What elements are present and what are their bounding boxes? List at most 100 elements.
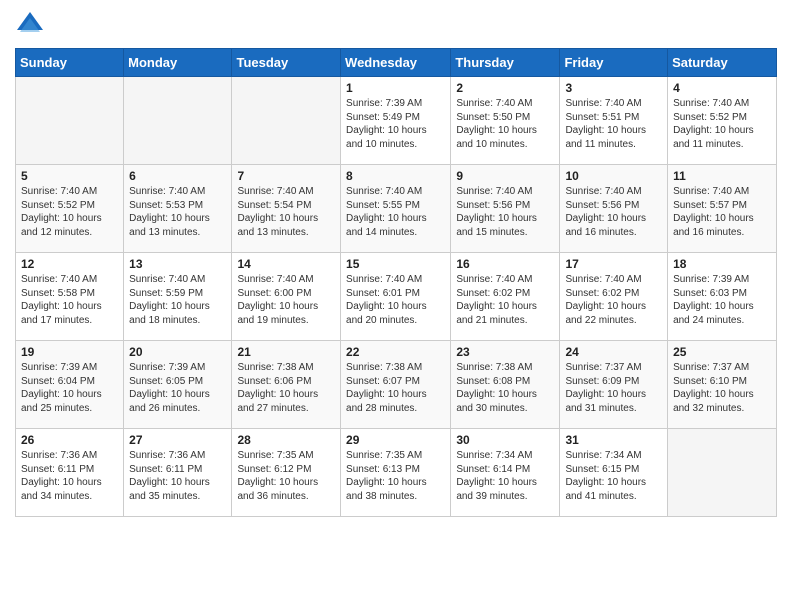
- day-cell: 12 Sunrise: 7:40 AM Sunset: 5:58 PM Dayli…: [16, 253, 124, 341]
- day-cell: 25 Sunrise: 7:37 AM Sunset: 6:10 PM Dayli…: [668, 341, 777, 429]
- day-number: 23: [456, 345, 554, 359]
- day-info: Sunrise: 7:40 AM Sunset: 6:00 PM Dayligh…: [237, 273, 335, 327]
- day-cell: 24 Sunrise: 7:37 AM Sunset: 6:09 PM Dayli…: [560, 341, 668, 429]
- day-number: 30: [456, 433, 554, 447]
- day-cell: 8 Sunrise: 7:40 AM Sunset: 5:55 PM Daylig…: [341, 165, 451, 253]
- day-info: Sunrise: 7:39 AM Sunset: 6:05 PM Dayligh…: [129, 361, 226, 415]
- day-info: Sunrise: 7:39 AM Sunset: 5:49 PM Dayligh…: [346, 97, 445, 151]
- day-number: 4: [673, 81, 771, 95]
- day-number: 19: [21, 345, 118, 359]
- day-info: Sunrise: 7:38 AM Sunset: 6:06 PM Dayligh…: [237, 361, 335, 415]
- day-info: Sunrise: 7:35 AM Sunset: 6:13 PM Dayligh…: [346, 449, 445, 503]
- day-info: Sunrise: 7:40 AM Sunset: 5:56 PM Dayligh…: [565, 185, 662, 239]
- day-info: Sunrise: 7:34 AM Sunset: 6:14 PM Dayligh…: [456, 449, 554, 503]
- day-cell: 30 Sunrise: 7:34 AM Sunset: 6:14 PM Dayli…: [451, 429, 560, 517]
- day-number: 24: [565, 345, 662, 359]
- day-info: Sunrise: 7:40 AM Sunset: 5:58 PM Dayligh…: [21, 273, 118, 327]
- day-cell: [668, 429, 777, 517]
- day-info: Sunrise: 7:35 AM Sunset: 6:12 PM Dayligh…: [237, 449, 335, 503]
- day-cell: 17 Sunrise: 7:40 AM Sunset: 6:02 PM Dayli…: [560, 253, 668, 341]
- day-info: Sunrise: 7:38 AM Sunset: 6:08 PM Dayligh…: [456, 361, 554, 415]
- day-number: 5: [21, 169, 118, 183]
- day-number: 20: [129, 345, 226, 359]
- week-row-5: 26 Sunrise: 7:36 AM Sunset: 6:11 PM Dayli…: [16, 429, 777, 517]
- day-info: Sunrise: 7:40 AM Sunset: 5:54 PM Dayligh…: [237, 185, 335, 239]
- day-info: Sunrise: 7:40 AM Sunset: 5:59 PM Dayligh…: [129, 273, 226, 327]
- day-cell: [16, 77, 124, 165]
- day-cell: 2 Sunrise: 7:40 AM Sunset: 5:50 PM Daylig…: [451, 77, 560, 165]
- day-number: 6: [129, 169, 226, 183]
- day-number: 10: [565, 169, 662, 183]
- day-cell: 15 Sunrise: 7:40 AM Sunset: 6:01 PM Dayli…: [341, 253, 451, 341]
- day-cell: 21 Sunrise: 7:38 AM Sunset: 6:06 PM Dayli…: [232, 341, 341, 429]
- day-info: Sunrise: 7:40 AM Sunset: 5:55 PM Dayligh…: [346, 185, 445, 239]
- day-cell: 4 Sunrise: 7:40 AM Sunset: 5:52 PM Daylig…: [668, 77, 777, 165]
- calendar-table: SundayMondayTuesdayWednesdayThursdayFrid…: [15, 48, 777, 517]
- day-info: Sunrise: 7:40 AM Sunset: 5:56 PM Dayligh…: [456, 185, 554, 239]
- day-info: Sunrise: 7:40 AM Sunset: 6:02 PM Dayligh…: [456, 273, 554, 327]
- calendar-header-monday: Monday: [124, 49, 232, 77]
- day-info: Sunrise: 7:39 AM Sunset: 6:04 PM Dayligh…: [21, 361, 118, 415]
- calendar-header-wednesday: Wednesday: [341, 49, 451, 77]
- day-cell: 11Sunrise: 7:40 AM Sunset: 5:57 PM Dayli…: [668, 165, 777, 253]
- day-cell: 23 Sunrise: 7:38 AM Sunset: 6:08 PM Dayli…: [451, 341, 560, 429]
- calendar-header-friday: Friday: [560, 49, 668, 77]
- day-info: Sunrise: 7:36 AM Sunset: 6:11 PM Dayligh…: [129, 449, 226, 503]
- day-cell: 20 Sunrise: 7:39 AM Sunset: 6:05 PM Dayli…: [124, 341, 232, 429]
- page: SundayMondayTuesdayWednesdayThursdayFrid…: [0, 0, 792, 527]
- day-number: 14: [237, 257, 335, 271]
- day-info: Sunrise: 7:40 AM Sunset: 5:52 PM Dayligh…: [21, 185, 118, 239]
- day-cell: 29 Sunrise: 7:35 AM Sunset: 6:13 PM Dayli…: [341, 429, 451, 517]
- logo-icon: [15, 10, 45, 40]
- day-number: 12: [21, 257, 118, 271]
- day-info: Sunrise: 7:37 AM Sunset: 6:10 PM Dayligh…: [673, 361, 771, 415]
- day-number: 26: [21, 433, 118, 447]
- day-info: Sunrise: 7:37 AM Sunset: 6:09 PM Dayligh…: [565, 361, 662, 415]
- day-cell: 3Sunrise: 7:40 AM Sunset: 5:51 PM Daylig…: [560, 77, 668, 165]
- day-info: Sunrise: 7:38 AM Sunset: 6:07 PM Dayligh…: [346, 361, 445, 415]
- day-number: 8: [346, 169, 445, 183]
- day-cell: 22Sunrise: 7:38 AM Sunset: 6:07 PM Dayli…: [341, 341, 451, 429]
- calendar-header-saturday: Saturday: [668, 49, 777, 77]
- day-cell: 18Sunrise: 7:39 AM Sunset: 6:03 PM Dayli…: [668, 253, 777, 341]
- day-number: 16: [456, 257, 554, 271]
- day-number: 21: [237, 345, 335, 359]
- day-cell: 28 Sunrise: 7:35 AM Sunset: 6:12 PM Dayli…: [232, 429, 341, 517]
- day-number: 28: [237, 433, 335, 447]
- day-info: Sunrise: 7:40 AM Sunset: 5:52 PM Dayligh…: [673, 97, 771, 151]
- day-info: Sunrise: 7:36 AM Sunset: 6:11 PM Dayligh…: [21, 449, 118, 503]
- day-number: 25: [673, 345, 771, 359]
- day-number: 7: [237, 169, 335, 183]
- day-cell: [124, 77, 232, 165]
- day-cell: 16 Sunrise: 7:40 AM Sunset: 6:02 PM Dayli…: [451, 253, 560, 341]
- day-cell: 26 Sunrise: 7:36 AM Sunset: 6:11 PM Dayli…: [16, 429, 124, 517]
- day-number: 13: [129, 257, 226, 271]
- day-info: Sunrise: 7:40 AM Sunset: 5:51 PM Dayligh…: [565, 97, 662, 151]
- week-row-3: 12 Sunrise: 7:40 AM Sunset: 5:58 PM Dayli…: [16, 253, 777, 341]
- day-info: Sunrise: 7:40 AM Sunset: 5:50 PM Dayligh…: [456, 97, 554, 151]
- calendar-header-thursday: Thursday: [451, 49, 560, 77]
- day-number: 31: [565, 433, 662, 447]
- day-cell: 19 Sunrise: 7:39 AM Sunset: 6:04 PM Dayli…: [16, 341, 124, 429]
- day-cell: 1 Sunrise: 7:39 AM Sunset: 5:49 PM Daylig…: [341, 77, 451, 165]
- day-cell: 31 Sunrise: 7:34 AM Sunset: 6:15 PM Dayli…: [560, 429, 668, 517]
- day-number: 2: [456, 81, 554, 95]
- day-info: Sunrise: 7:40 AM Sunset: 6:01 PM Dayligh…: [346, 273, 445, 327]
- day-info: Sunrise: 7:40 AM Sunset: 6:02 PM Dayligh…: [565, 273, 662, 327]
- day-cell: 13 Sunrise: 7:40 AM Sunset: 5:59 PM Dayli…: [124, 253, 232, 341]
- day-number: 17: [565, 257, 662, 271]
- day-cell: 9Sunrise: 7:40 AM Sunset: 5:56 PM Daylig…: [451, 165, 560, 253]
- day-info: Sunrise: 7:34 AM Sunset: 6:15 PM Dayligh…: [565, 449, 662, 503]
- header: [15, 10, 777, 40]
- day-number: 1: [346, 81, 445, 95]
- logo: [15, 10, 51, 40]
- day-number: 27: [129, 433, 226, 447]
- day-cell: 7 Sunrise: 7:40 AM Sunset: 5:54 PM Daylig…: [232, 165, 341, 253]
- day-cell: 6Sunrise: 7:40 AM Sunset: 5:53 PM Daylig…: [124, 165, 232, 253]
- week-row-2: 5 Sunrise: 7:40 AM Sunset: 5:52 PM Daylig…: [16, 165, 777, 253]
- day-number: 29: [346, 433, 445, 447]
- calendar-header-row: SundayMondayTuesdayWednesdayThursdayFrid…: [16, 49, 777, 77]
- day-number: 15: [346, 257, 445, 271]
- week-row-4: 19 Sunrise: 7:39 AM Sunset: 6:04 PM Dayli…: [16, 341, 777, 429]
- calendar-header-tuesday: Tuesday: [232, 49, 341, 77]
